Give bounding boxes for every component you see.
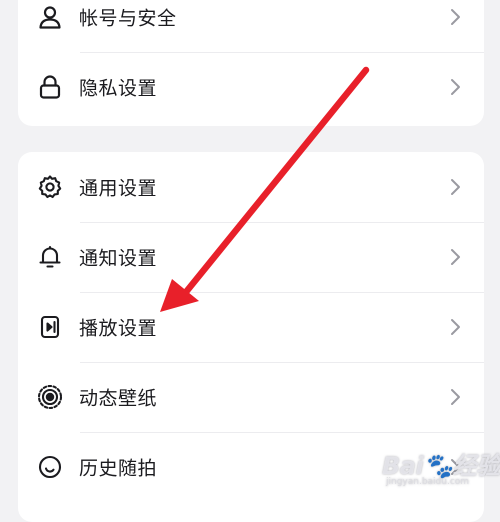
chevron-right-icon xyxy=(448,7,462,27)
settings-row-label: 历史随拍 xyxy=(79,457,158,480)
general-settings-card: 通用设置 通知设置 播放设置 动态壁纸 历史随拍 xyxy=(18,152,484,522)
settings-row-account-security[interactable]: 帐号与安全 xyxy=(18,0,484,52)
settings-row-general[interactable]: 通用设置 xyxy=(18,152,484,222)
settings-row-label: 帐号与安全 xyxy=(79,7,177,30)
settings-row-playback[interactable]: 播放设置 xyxy=(18,292,484,362)
history-snap-icon xyxy=(37,454,63,480)
user-icon xyxy=(37,4,63,30)
settings-row-label: 通知设置 xyxy=(79,247,158,270)
settings-row-label: 播放设置 xyxy=(79,317,158,340)
chevron-right-icon xyxy=(448,387,462,407)
settings-row-history-snap[interactable]: 历史随拍 xyxy=(18,432,484,502)
playback-icon xyxy=(37,314,63,340)
settings-row-label: 通用设置 xyxy=(79,177,158,200)
lock-icon xyxy=(37,74,63,100)
chevron-right-icon xyxy=(448,177,462,197)
settings-row-notification[interactable]: 通知设置 xyxy=(18,222,484,292)
settings-row-label: 隐私设置 xyxy=(79,77,158,100)
chevron-right-icon xyxy=(448,457,462,477)
settings-row-privacy[interactable]: 隐私设置 xyxy=(18,52,484,122)
live-wallpaper-icon xyxy=(37,384,63,410)
settings-row-live-wallpaper[interactable]: 动态壁纸 xyxy=(18,362,484,432)
chevron-right-icon xyxy=(448,317,462,337)
settings-row-label: 动态壁纸 xyxy=(79,387,158,410)
chevron-right-icon xyxy=(448,247,462,267)
account-settings-card: 帐号与安全 隐私设置 xyxy=(18,0,484,126)
chevron-right-icon xyxy=(448,77,462,97)
gear-icon xyxy=(37,174,63,200)
bell-icon xyxy=(37,244,63,270)
